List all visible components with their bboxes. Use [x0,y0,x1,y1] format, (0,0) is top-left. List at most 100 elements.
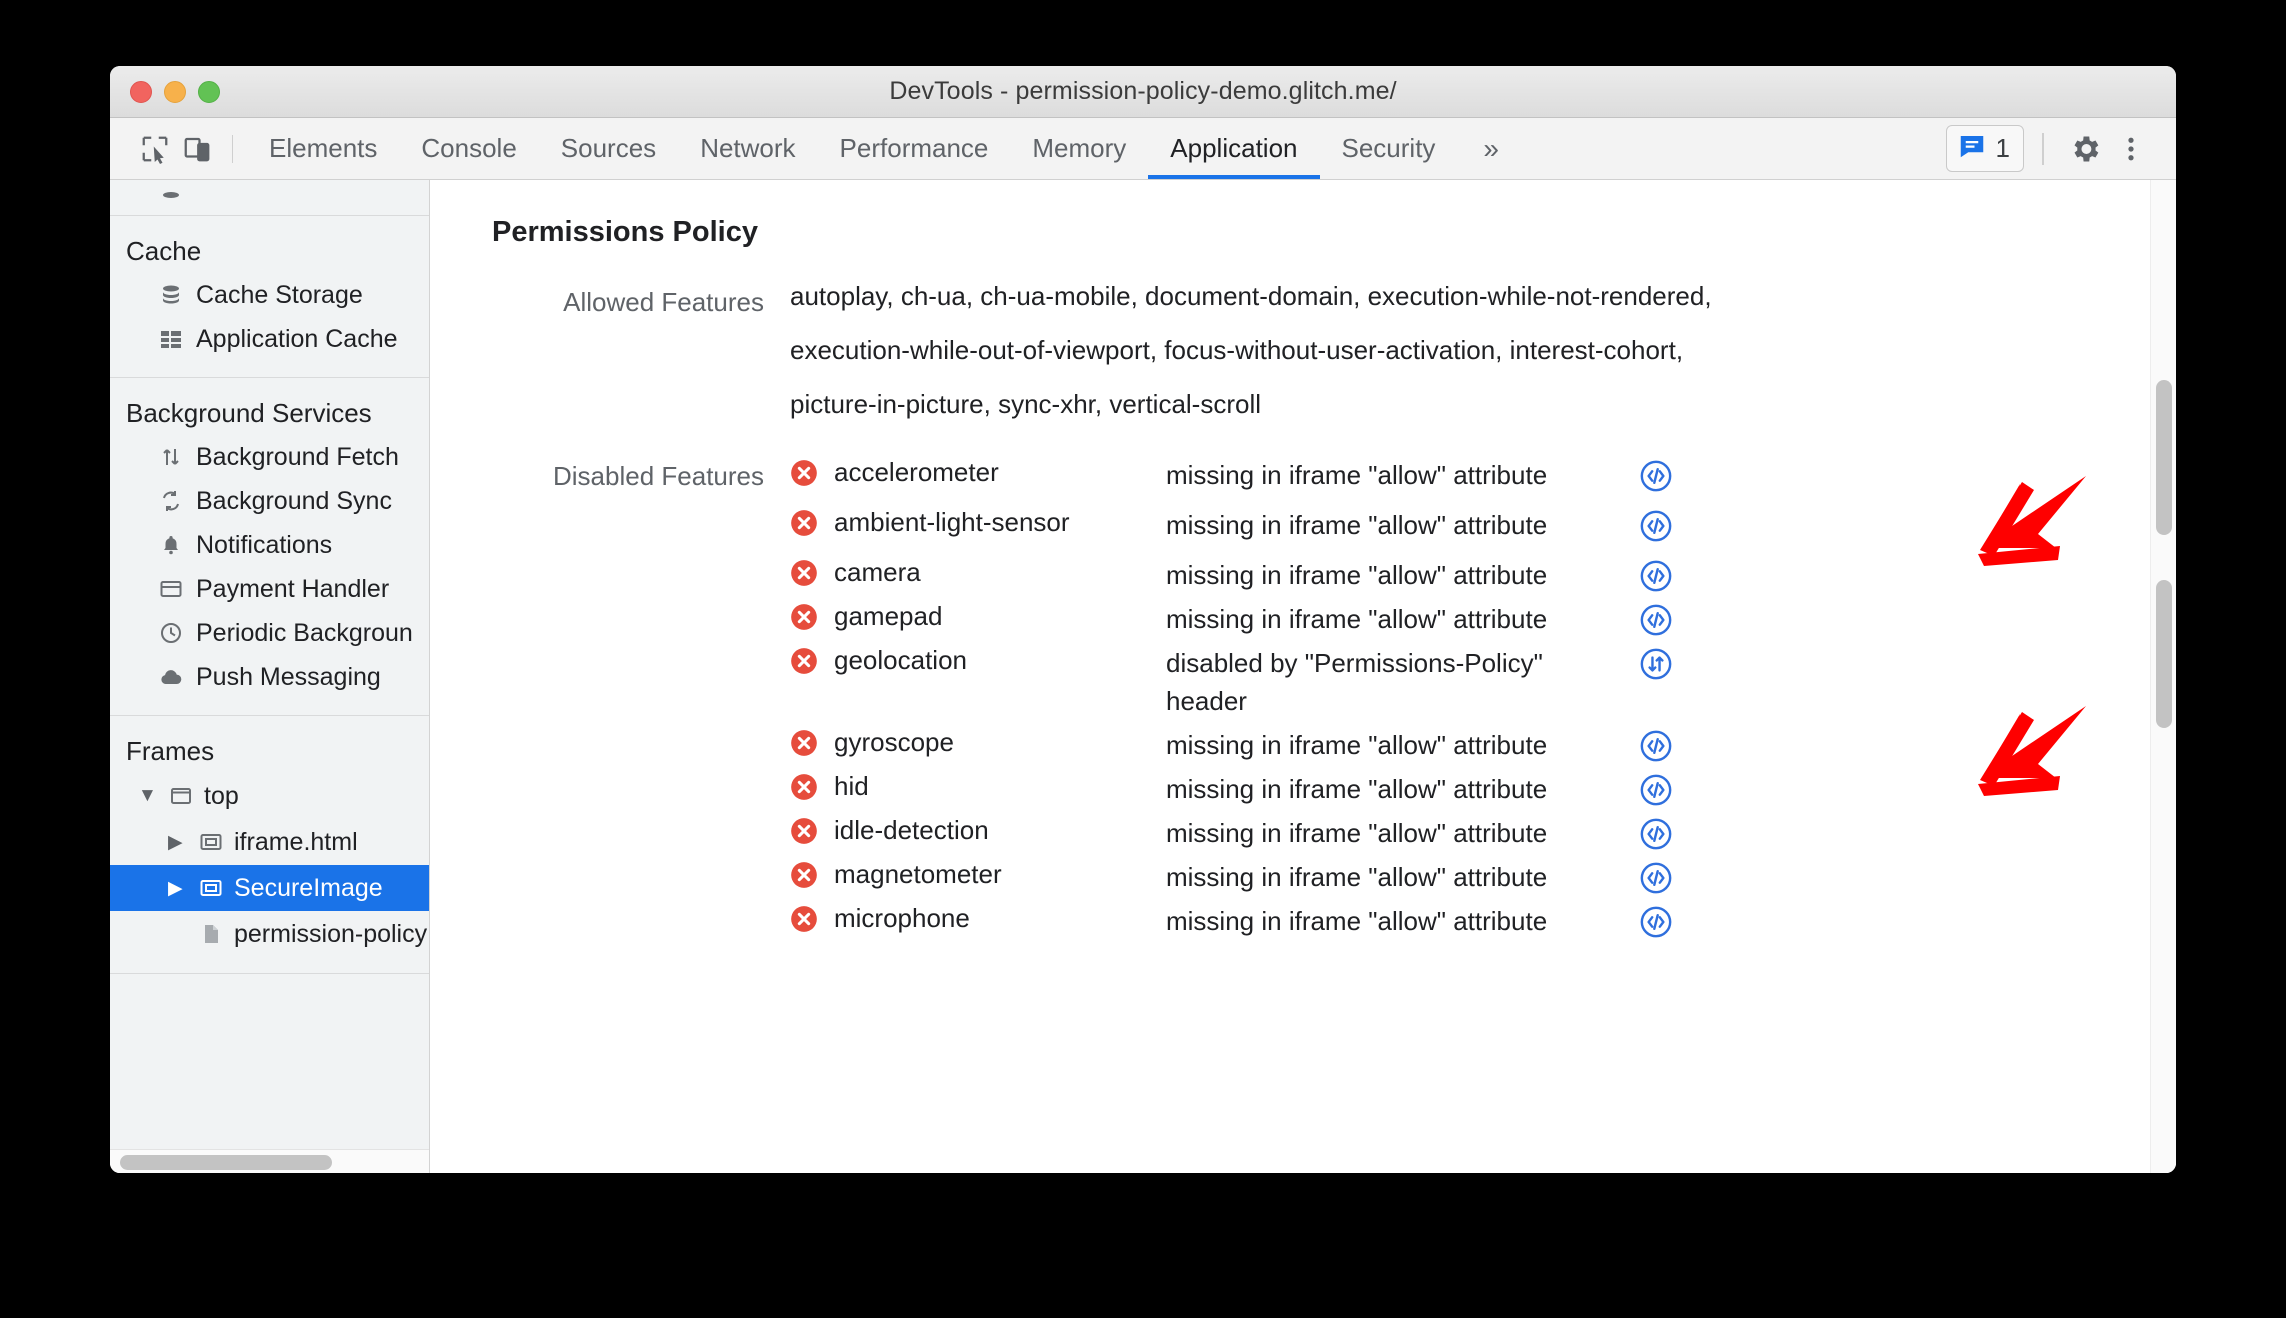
sidebar-scroll-thumb[interactable] [120,1155,332,1170]
table-row: magnetometer missing in iframe "allow" a… [790,859,2176,903]
error-circle-x-icon [791,773,817,800]
sidebar-item-cache-storage[interactable]: Cache Storage [110,273,429,317]
sidebar-item-label: Background Fetch [196,442,399,471]
main-vertical-scrollbar[interactable] [2150,180,2176,1173]
panel-tabs: Elements Console Sources Network Perform… [247,118,1457,179]
callout-arrow-bottom [1978,706,2086,796]
frame-tree-item-iframe-html[interactable]: ▶ iframe.html [110,819,429,865]
iframe-icon [198,829,224,855]
tab-network[interactable]: Network [678,118,817,179]
window-titlebar: DevTools - permission-policy-demo.glitch… [110,66,2176,118]
feature-name: accelerometer [834,457,999,487]
sidebar-item-periodic-background-sync[interactable]: Periodic Backgroun [110,611,429,655]
error-circle-x-icon [791,905,817,932]
feature-action-cell[interactable] [1596,507,1716,543]
feature-action-cell[interactable] [1596,457,1716,493]
feature-action-cell[interactable] [1596,645,1716,681]
code-icon[interactable] [1639,817,1673,851]
code-icon[interactable] [1639,459,1673,493]
feature-action-cell[interactable] [1596,903,1716,939]
tab-performance[interactable]: Performance [818,118,1011,179]
message-bubble-icon [1957,131,1987,166]
feature-name-cell: camera [790,557,1166,588]
feature-action-cell[interactable] [1596,601,1716,637]
sidebar-section-partial-top [110,180,429,216]
table-row: idle-detection missing in iframe "allow"… [790,815,2176,859]
frame-tree-label: permission-policy [234,919,428,948]
sidebar-item-label: Push Messaging [196,662,381,691]
sidebar-item-background-fetch[interactable]: Background Fetch [110,435,429,479]
feature-name-cell: gyroscope [790,727,1166,758]
sidebar-item-background-sync[interactable]: Background Sync [110,479,429,523]
tab-memory[interactable]: Memory [1010,118,1148,179]
feature-reason: missing in iframe "allow" attribute [1166,510,1548,540]
network-request-icon[interactable] [1639,647,1673,681]
tab-security[interactable]: Security [1320,118,1458,179]
feature-name-cell: accelerometer [790,457,1166,488]
sidebar-item-label: Background Sync [196,486,392,515]
tab-sources[interactable]: Sources [539,118,678,179]
allowed-features-line: execution-while-out-of-viewport, focus-w… [790,335,1684,365]
frame-tree-item-permission-policy[interactable]: permission-policy [110,911,429,957]
iframe-icon [198,875,224,901]
sidebar-item-application-cache[interactable]: Application Cache [110,317,429,361]
credit-card-icon [158,576,184,602]
permissions-policy-panel: Permissions Policy Allowed Features auto… [430,180,2176,1173]
code-icon[interactable] [1639,509,1673,543]
feature-reason: missing in iframe "allow" attribute [1166,460,1548,490]
more-tabs-chevron-icon[interactable]: » [1457,133,1525,165]
chevron-right-icon[interactable]: ▶ [168,877,188,900]
tab-console[interactable]: Console [399,118,538,179]
feature-reason: missing in iframe "allow" attribute [1166,560,1548,590]
code-icon[interactable] [1639,729,1673,763]
feature-name: geolocation [834,645,967,675]
scroll-thumb-lower[interactable] [2156,580,2172,728]
allowed-features-value: autoplay, ch-ua, ch-ua-mobile, document-… [790,283,1712,445]
scroll-thumb-upper[interactable] [2156,380,2172,535]
screenshot-stage: DevTools - permission-policy-demo.glitch… [0,0,2286,1318]
code-icon[interactable] [1639,559,1673,593]
feature-name: ambient-light-sensor [834,507,1070,537]
error-circle-x-icon [791,729,817,756]
code-icon[interactable] [1639,861,1673,895]
devtools-content: Cache Cache Storage Application Cache Ba… [110,180,2176,1173]
frame-tree-item-secureimage[interactable]: ▶ SecureImage [110,865,429,911]
chevron-down-icon[interactable]: ▼ [138,785,158,807]
feature-action-cell[interactable] [1596,727,1716,763]
frame-tree-label: top [204,781,239,810]
message-count-badge[interactable]: 1 [1945,125,2024,172]
sidebar-section-title-background-services: Background Services [126,398,372,428]
message-count-label: 1 [1995,133,2010,163]
allowed-features-line: autoplay, ch-ua, ch-ua-mobile, document-… [790,281,1712,311]
feature-name: camera [834,557,921,587]
feature-name: idle-detection [834,815,989,845]
device-toolbar-icon[interactable] [176,128,218,170]
toolbar-divider-right [2042,132,2044,165]
tab-elements[interactable]: Elements [247,118,399,179]
sidebar-horizontal-scrollbar[interactable] [110,1149,429,1173]
code-icon[interactable] [1639,773,1673,807]
sidebar-item-label: Notifications [196,530,333,559]
sidebar-item-notifications[interactable]: Notifications [110,523,429,567]
feature-action-cell[interactable] [1596,771,1716,807]
sidebar-item-partial[interactable] [110,180,429,215]
sidebar-item-push-messaging[interactable]: Push Messaging [110,655,429,699]
feature-action-cell[interactable] [1596,815,1716,851]
allowed-features-line: picture-in-picture, sync-xhr, vertical-s… [790,389,1262,419]
sidebar-section-background-services: Background Services Background Fetch Bac… [110,378,429,716]
table-row: microphone missing in iframe "allow" att… [790,903,2176,947]
sidebar-item-payment-handler[interactable]: Payment Handler [110,567,429,611]
frame-tree-item-top[interactable]: ▼ top [110,773,429,819]
chevron-right-icon[interactable]: ▶ [168,831,188,854]
feature-action-cell[interactable] [1596,859,1716,895]
tab-application[interactable]: Application [1148,118,1320,179]
inspect-element-icon[interactable] [134,128,176,170]
kebab-menu-icon[interactable] [2108,126,2154,172]
error-circle-x-icon [791,647,817,674]
feature-action-cell[interactable] [1596,557,1716,593]
code-icon[interactable] [1639,905,1673,939]
code-icon[interactable] [1639,603,1673,637]
gear-icon[interactable] [2062,126,2108,172]
error-circle-x-icon [791,861,817,888]
